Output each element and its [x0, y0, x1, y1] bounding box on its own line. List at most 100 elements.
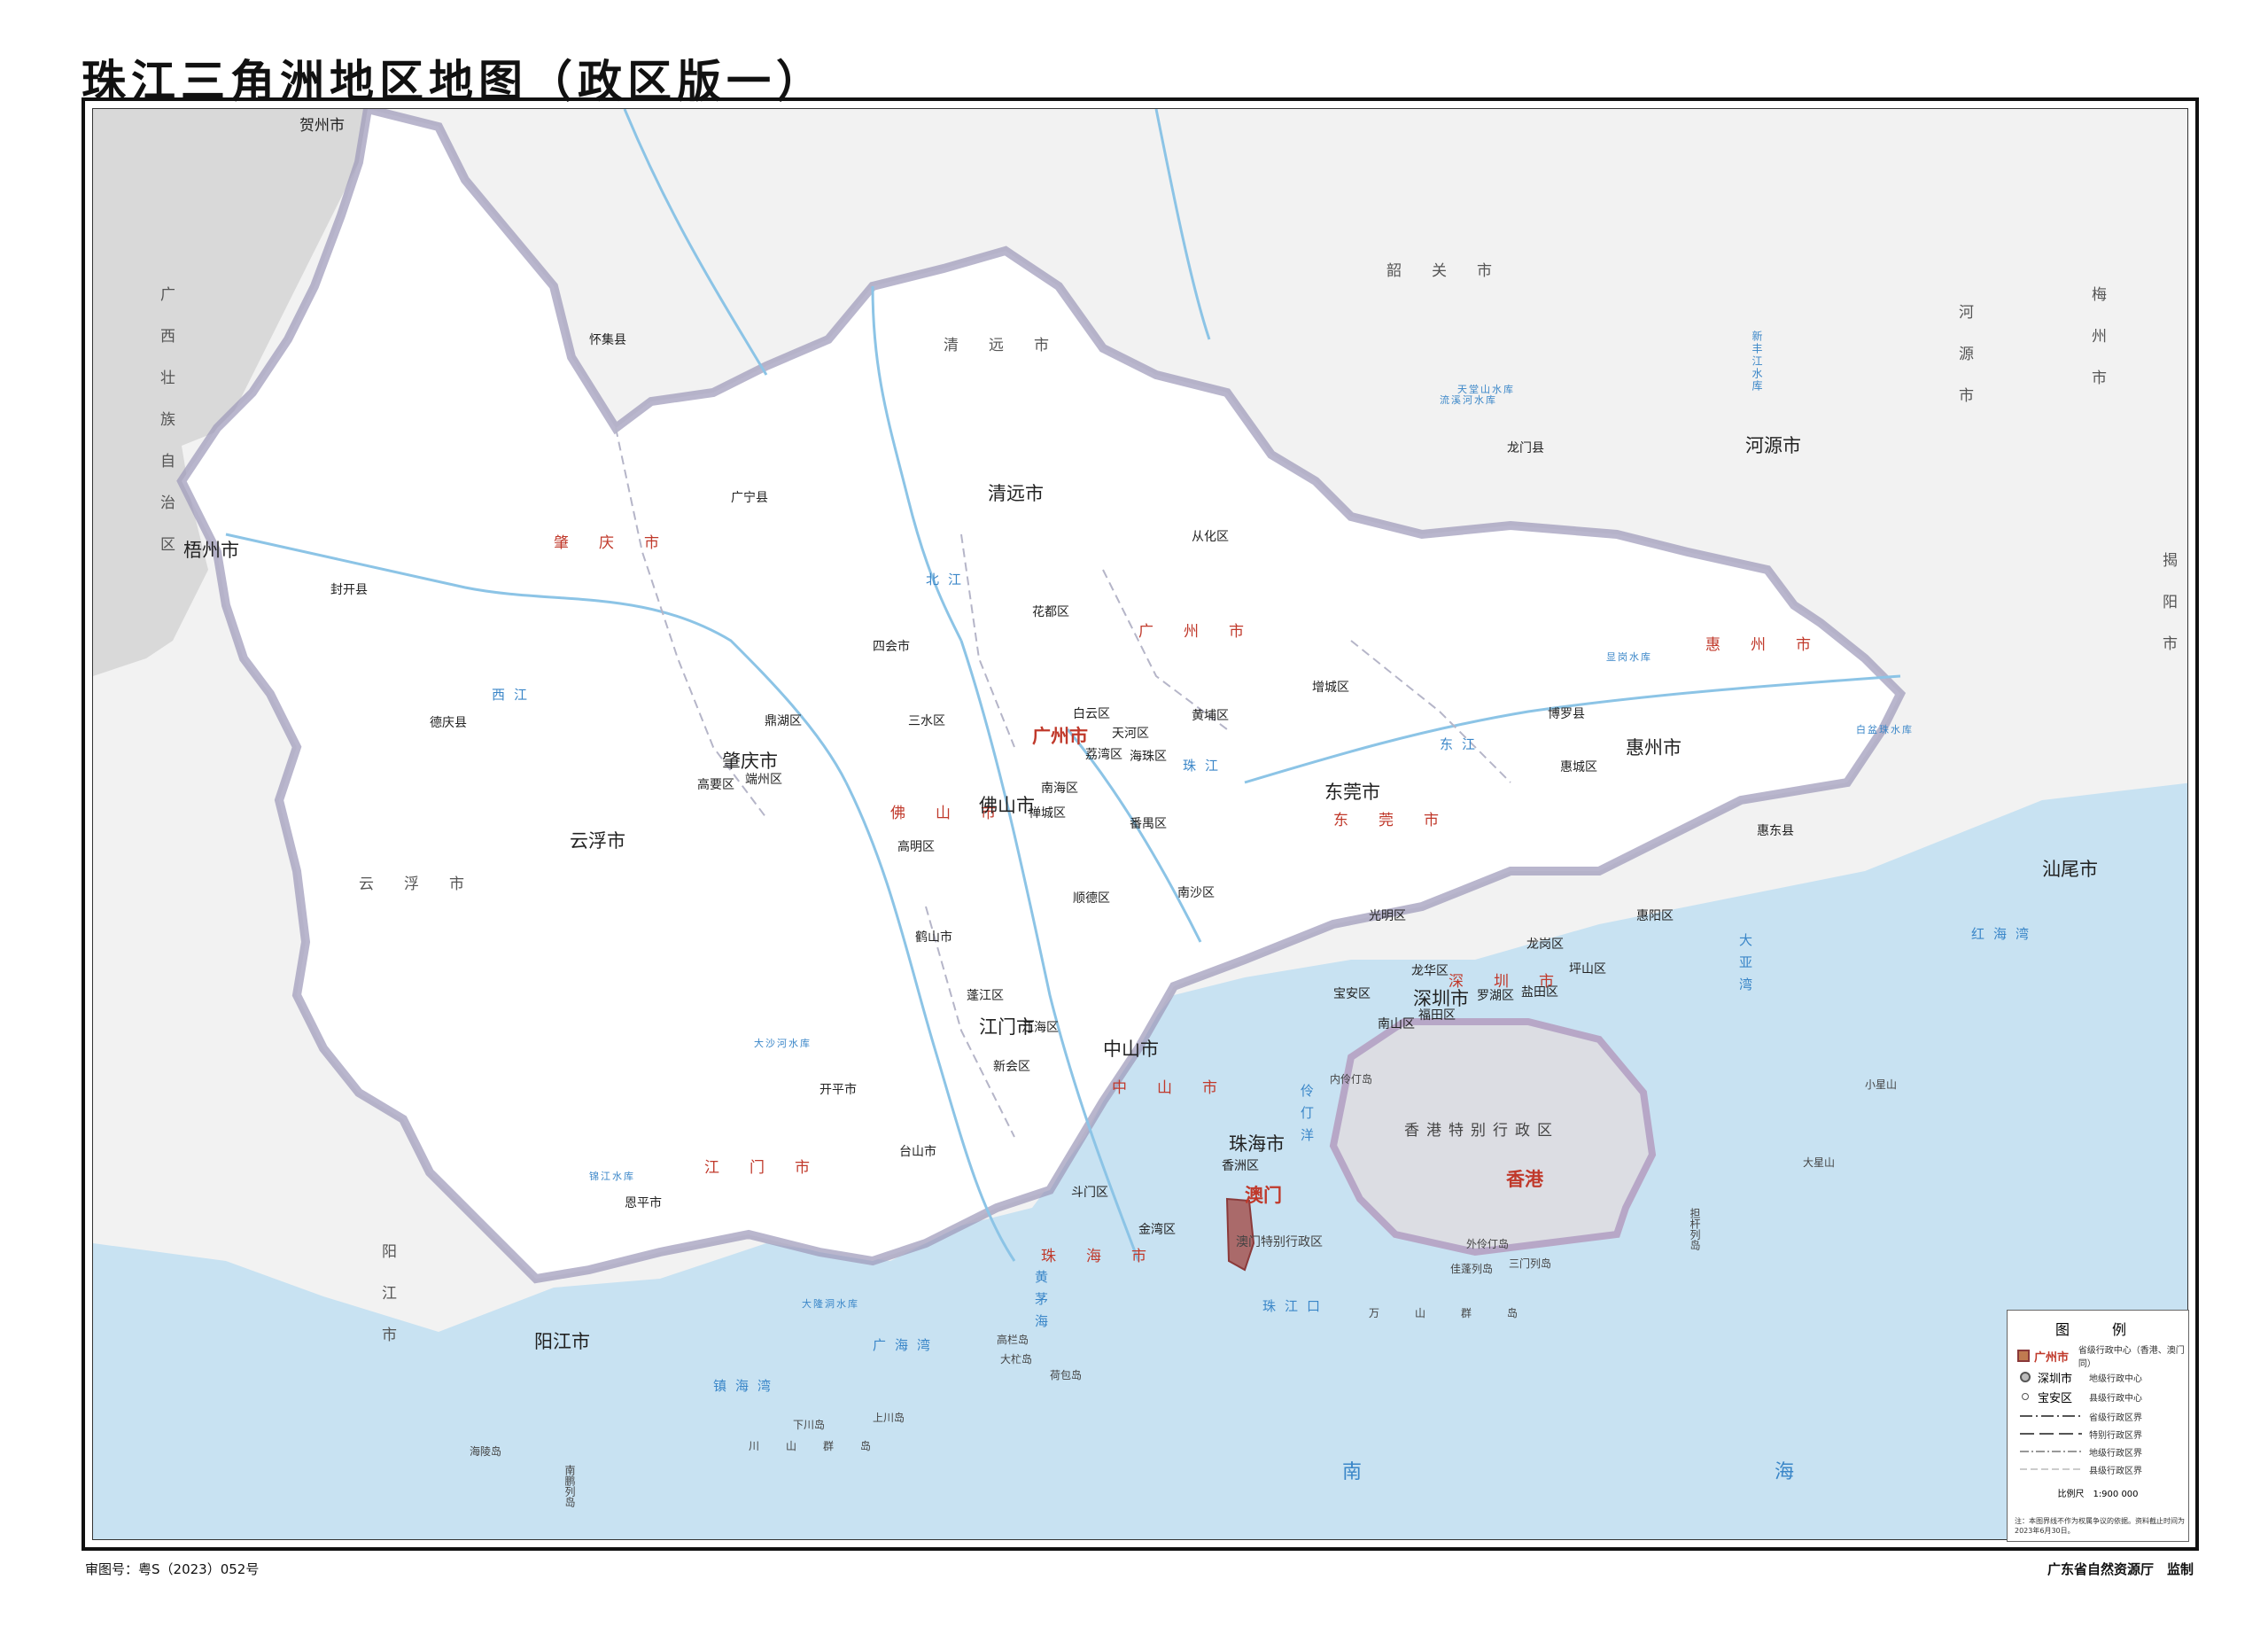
prefecture-symbol-icon [2013, 1372, 2038, 1382]
water-xianjing: 显岗水库 [1606, 651, 1652, 663]
county-border-line-icon [2013, 1467, 2089, 1472]
legend-note: 注：本图界线不作为权属争议的依据。资料截止时间为2023年6月30日。 [2015, 1517, 2185, 1535]
water-huangmaohai: 黄茅海 [1033, 1270, 1049, 1336]
outer-yangjiang: 阳江市 [378, 1243, 396, 1368]
county-symbol-icon [2013, 1393, 2038, 1400]
dist-22[interactable]: 顺德区 [1073, 889, 1110, 907]
river-north [623, 109, 768, 376]
dist-6[interactable]: 端州区 [745, 770, 782, 788]
dist-3[interactable]: 四会市 [873, 637, 910, 655]
city-dongguan[interactable]: 东莞市 [1324, 778, 1380, 805]
dist-45[interactable]: 斗门区 [1071, 1183, 1108, 1201]
dist-26[interactable]: 惠城区 [1560, 758, 1597, 775]
city-hezhou[interactable]: 贺州市 [299, 113, 345, 135]
water-dashahe: 大沙河水库 [754, 1038, 812, 1049]
legend-desc: 县级行政区界 [2089, 1466, 2142, 1476]
dist-39[interactable]: 蓬江区 [967, 986, 1004, 1004]
dist-10[interactable]: 从化区 [1192, 527, 1229, 545]
dist-9[interactable]: 花都区 [1032, 603, 1069, 620]
region-guangzhou: 广州市 [1138, 623, 1274, 641]
water-dalongdong: 大隆洞水库 [802, 1298, 859, 1310]
map-canvas[interactable]: 肇庆市 广州市 佛山市 东莞市 惠州市 深圳市 中山市 江门市 珠海市 香港特别… [92, 108, 2188, 1540]
outer-meizhou: 梅州市 [2088, 286, 2106, 411]
dist-13[interactable]: 天河区 [1112, 724, 1149, 742]
region-dongguan: 东莞市 [1333, 812, 1469, 829]
island-10: 海陵岛 [470, 1445, 502, 1458]
dist-7[interactable]: 高要区 [697, 775, 734, 793]
dist-27[interactable]: 惠阳区 [1636, 907, 1674, 924]
dist-14[interactable]: 黄埔区 [1192, 706, 1229, 724]
outer-guangxi: 广西壮族自治区 [157, 286, 175, 578]
city-huizhou[interactable]: 惠州市 [1626, 734, 1682, 760]
water-jinjiang: 锦江水库 [589, 1171, 635, 1182]
island-6: 外伶仃岛 [1466, 1238, 1510, 1250]
city-zhuhai[interactable]: 珠海市 [1229, 1130, 1285, 1156]
region-huizhou: 惠州市 [1705, 636, 1841, 654]
dist-24[interactable]: 龙门县 [1507, 439, 1544, 456]
dist-34[interactable]: 罗湖区 [1477, 986, 1514, 1004]
dist-31[interactable]: 坪山区 [1569, 960, 1606, 977]
dist-8[interactable]: 三水区 [908, 712, 945, 729]
dist-4[interactable]: 德庆县 [430, 713, 467, 731]
dist-2[interactable]: 封开县 [330, 580, 368, 598]
city-yunfu[interactable]: 云浮市 [570, 827, 625, 853]
legend-desc: 特别行政区界 [2089, 1430, 2142, 1441]
dist-29[interactable]: 光明区 [1369, 907, 1406, 924]
dist-15[interactable]: 荔湾区 [1085, 745, 1122, 763]
city-foshan[interactable]: 佛山市 [979, 791, 1035, 818]
island-7: 内伶仃岛 [1330, 1073, 1373, 1086]
city-guangzhou[interactable]: 广州市 [1032, 722, 1088, 749]
dist-40[interactable]: 江海区 [1021, 1018, 1059, 1036]
city-wuzhou[interactable]: 梧州市 [183, 536, 239, 563]
legend-desc: 县级行政中心 [2089, 1393, 2142, 1404]
dist-12[interactable]: 白云区 [1073, 704, 1110, 722]
outer-heyuan: 河源市 [1955, 304, 1973, 429]
city-macau[interactable]: 澳门 [1245, 1181, 1282, 1208]
sar-border-line-icon [2013, 1431, 2089, 1436]
water-baipenzhu: 白盆珠水库 [1856, 724, 1914, 735]
dist-16[interactable]: 海珠区 [1130, 747, 1167, 765]
city-zhongshan[interactable]: 中山市 [1103, 1035, 1159, 1062]
dist-11[interactable]: 增城区 [1312, 678, 1349, 696]
water-beijiang: 北江 [926, 572, 971, 588]
dist-20[interactable]: 番禺区 [1130, 814, 1167, 832]
water-dongjiang: 东江 [1440, 736, 1485, 752]
dist-47[interactable]: 香洲区 [1222, 1156, 1259, 1174]
dist-44[interactable]: 恩平市 [625, 1194, 662, 1211]
outer-shaoguan: 韶关市 [1386, 262, 1522, 280]
dist-33[interactable]: 宝安区 [1333, 984, 1371, 1002]
dist-21[interactable]: 高明区 [897, 837, 935, 855]
dist-28[interactable]: 惠东县 [1757, 821, 1794, 839]
legend-title: 图 例 [2054, 1321, 2140, 1338]
water-zhujiangkou: 珠江口 [1262, 1298, 1330, 1314]
dist-32[interactable]: 龙华区 [1411, 961, 1449, 979]
region-zhuhai: 珠海市 [1041, 1248, 1177, 1265]
region-macau-sar: 澳门特别行政区 [1236, 1235, 1323, 1249]
dist-37[interactable]: 福田区 [1418, 1006, 1456, 1023]
dist-19[interactable]: 禅城区 [1029, 804, 1066, 821]
city-hongkong[interactable]: 香港 [1506, 1165, 1543, 1192]
approval-number: 审图号：粤S（2023）052号 [85, 1561, 260, 1577]
outer-yunfu: 云浮市 [359, 875, 494, 893]
dist-43[interactable]: 台山市 [899, 1142, 936, 1160]
city-qingyuan[interactable]: 清远市 [988, 479, 1044, 506]
city-yangjiang[interactable]: 阳江市 [534, 1327, 590, 1354]
dist-41[interactable]: 新会区 [993, 1057, 1030, 1075]
dist-38[interactable]: 鹤山市 [915, 928, 952, 946]
legend-name: 宝安区 [2038, 1391, 2073, 1405]
legend-row-sar-border: 特别行政区界 [2013, 1426, 2185, 1442]
dist-42[interactable]: 开平市 [819, 1080, 857, 1098]
dist-25[interactable]: 博罗县 [1548, 704, 1585, 722]
dist-35[interactable]: 盐田区 [1521, 983, 1558, 1000]
island-8: 三门列岛 [1509, 1257, 1552, 1270]
dist-46[interactable]: 金湾区 [1138, 1220, 1176, 1238]
dist-36[interactable]: 南山区 [1378, 1015, 1415, 1032]
dist-0[interactable]: 怀集县 [589, 331, 626, 348]
dist-30[interactable]: 龙岗区 [1526, 935, 1564, 953]
dist-23[interactable]: 南沙区 [1177, 883, 1215, 901]
dist-1[interactable]: 广宁县 [731, 488, 768, 506]
dist-18[interactable]: 南海区 [1041, 779, 1078, 797]
city-heyuan[interactable]: 河源市 [1745, 432, 1801, 458]
city-shanwei[interactable]: 汕尾市 [2042, 855, 2098, 882]
dist-5[interactable]: 鼎湖区 [765, 712, 802, 729]
